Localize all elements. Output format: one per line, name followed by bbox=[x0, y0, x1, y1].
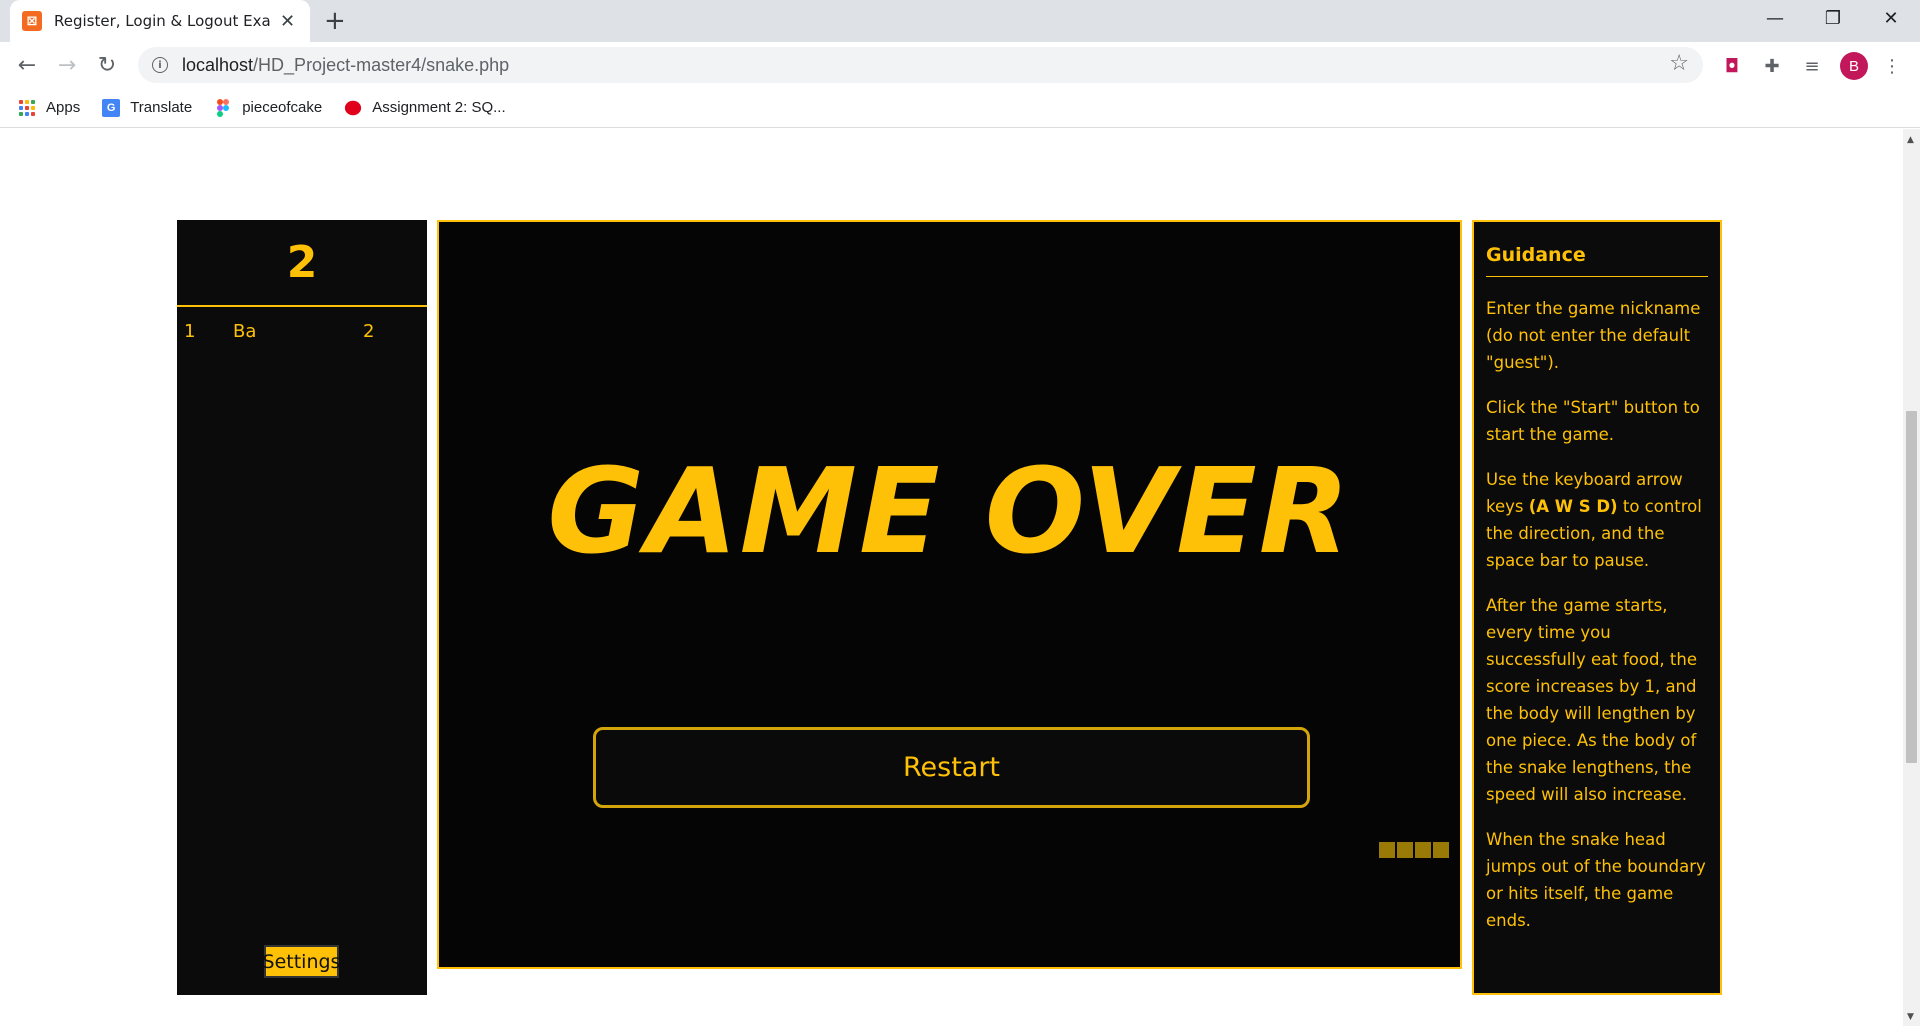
leaderboard-rank: 1 bbox=[184, 321, 196, 342]
snake-segment bbox=[1433, 842, 1449, 858]
profile-avatar[interactable]: B bbox=[1840, 52, 1868, 80]
bookmark-star-icon[interactable]: ☆ bbox=[1669, 51, 1689, 76]
xampp-favicon-icon: ⊠ bbox=[22, 11, 42, 31]
bookmark-translate[interactable]: G Translate bbox=[102, 98, 193, 117]
address-bar[interactable]: i localhost/HD_Project-master4/snake.php… bbox=[138, 47, 1703, 83]
snake bbox=[1379, 842, 1449, 858]
scroll-up-icon[interactable]: ▲ bbox=[1907, 135, 1914, 145]
tab-title: Register, Login & Logout Exan bbox=[54, 12, 272, 30]
forward-arrow-icon[interactable]: → bbox=[52, 50, 82, 80]
game-board[interactable]: GAME OVER Restart bbox=[437, 220, 1462, 969]
guidance-panel: Guidance Enter the game nickname (do not… bbox=[1472, 220, 1722, 995]
browser-toolbar: ← → ↻ i localhost/HD_Project-master4/sna… bbox=[0, 42, 1920, 88]
snake-segment bbox=[1415, 842, 1431, 858]
close-window-icon[interactable]: ✕ bbox=[1862, 0, 1920, 36]
guidance-start-text: Click the "Start" button to start the ga… bbox=[1486, 398, 1700, 444]
window-controls: — ❐ ✕ bbox=[1746, 0, 1920, 36]
pocket-extension-icon[interactable]: ◘ bbox=[1720, 54, 1744, 78]
info-icon[interactable]: i bbox=[152, 57, 168, 73]
guidance-nickname-text: Enter the game nickname (do not enter th… bbox=[1486, 299, 1701, 372]
browser-tab[interactable]: ⊠ Register, Login & Logout Exan ✕ bbox=[10, 0, 310, 42]
page-content: 2 1 Ba 2 Settings GAME OVER Restart Guid… bbox=[0, 129, 1903, 1026]
guidance-title: Guidance bbox=[1486, 244, 1708, 277]
leaderboard-score: 2 bbox=[363, 321, 375, 342]
bookmarks-bar: Apps G Translate pieceofcake Assignment … bbox=[0, 88, 1920, 128]
guidance-game-end-text: When the snake head jumps out of the bou… bbox=[1486, 830, 1706, 930]
figma-icon bbox=[214, 98, 232, 117]
snake-segment bbox=[1379, 842, 1395, 858]
restore-icon[interactable]: ❐ bbox=[1804, 0, 1862, 36]
bookmark-label: pieceofcake bbox=[242, 99, 323, 116]
media-control-icon[interactable]: ≡ bbox=[1800, 54, 1824, 78]
scrollbar-thumb[interactable] bbox=[1906, 411, 1917, 763]
settings-button[interactable]: Settings bbox=[263, 945, 340, 978]
red-blob-icon bbox=[344, 99, 362, 117]
menu-kebab-icon[interactable]: ⋮ bbox=[1880, 54, 1904, 78]
guidance-controls-text: Use the keyboard arrow keys (A W S D) to… bbox=[1486, 470, 1702, 570]
bookmark-label: Assignment 2: SQ... bbox=[372, 99, 506, 116]
bookmark-assignment[interactable]: Assignment 2: SQ... bbox=[344, 99, 506, 117]
reload-icon[interactable]: ↻ bbox=[92, 50, 122, 80]
bookmark-label: Translate bbox=[130, 99, 193, 116]
back-arrow-icon[interactable]: ← bbox=[12, 50, 42, 80]
page-scrollbar[interactable]: ▲ ▼ bbox=[1903, 129, 1920, 1026]
game-over-title: GAME OVER bbox=[547, 442, 1352, 580]
new-tab-button[interactable]: + bbox=[324, 6, 346, 36]
leaderboard-row: 1 Ba 2 bbox=[177, 321, 427, 342]
bookmark-apps[interactable]: Apps bbox=[18, 99, 80, 117]
minimize-icon[interactable]: — bbox=[1746, 0, 1804, 36]
close-tab-icon[interactable]: ✕ bbox=[280, 11, 295, 32]
bookmark-label: Apps bbox=[46, 99, 81, 116]
google-translate-icon: G bbox=[102, 98, 121, 117]
guidance-scoring-text: After the game starts, every time you su… bbox=[1486, 596, 1698, 804]
current-score: 2 bbox=[177, 220, 427, 307]
scroll-down-icon[interactable]: ▼ bbox=[1907, 1012, 1914, 1022]
bookmark-pieceofcake[interactable]: pieceofcake bbox=[214, 98, 323, 117]
url-text: localhost/HD_Project-master4/snake.php bbox=[182, 54, 510, 75]
apps-grid-icon bbox=[18, 99, 36, 117]
extensions-puzzle-icon[interactable]: ✚ bbox=[1760, 54, 1784, 78]
tab-bar: ⊠ Register, Login & Logout Exan ✕ + — ❐ … bbox=[0, 0, 1920, 42]
leaderboard-name: Ba bbox=[233, 321, 257, 342]
snake-segment bbox=[1397, 842, 1413, 858]
leaderboard-panel: 2 1 Ba 2 Settings bbox=[177, 220, 427, 995]
restart-button[interactable]: Restart bbox=[593, 727, 1310, 808]
